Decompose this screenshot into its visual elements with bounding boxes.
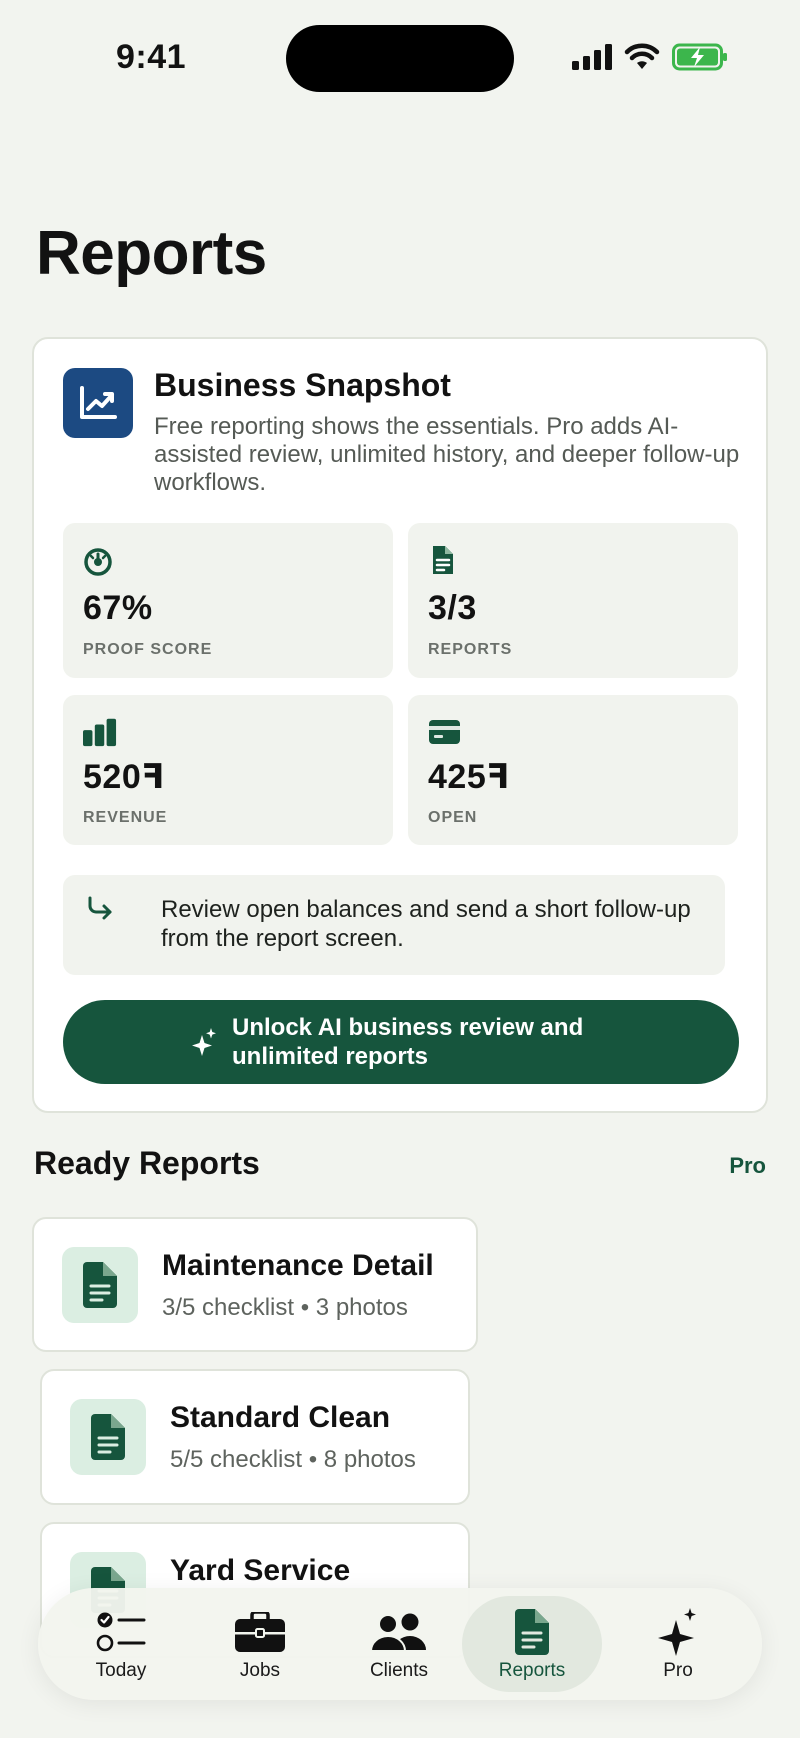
metric-value: 520ꟻ — [83, 758, 165, 796]
tab-label: Today — [95, 1660, 147, 1681]
wifi-icon — [624, 43, 660, 69]
metric-proof-score: 67% PROOF SCORE — [63, 523, 393, 678]
report-card-standard-clean[interactable]: Standard Clean 5/5 checklist • 8 photos — [40, 1369, 470, 1505]
gauge-icon — [84, 548, 112, 576]
report-card-maintenance-detail[interactable]: Maintenance Detail 3/5 checklist • 3 pho… — [32, 1217, 478, 1352]
tab-today[interactable]: Today — [51, 1596, 191, 1692]
report-subtitle: 3/5 checklist • 3 photos — [162, 1294, 408, 1321]
tab-label: Clients — [369, 1660, 429, 1681]
checklist-icon — [96, 1608, 146, 1656]
metric-revenue: 520ꟻ REVENUE — [63, 695, 393, 845]
unlock-button-label: Unlock AI business review and unlimited … — [232, 1014, 584, 1070]
briefcase-icon — [235, 1608, 285, 1656]
report-title: Maintenance Detail — [162, 1249, 434, 1282]
snapshot-description: Free reporting shows the essentials. Pro… — [154, 413, 740, 496]
metric-open: 425ꟻ OPEN — [408, 695, 738, 845]
metric-value: 3/3 — [428, 589, 477, 627]
document-icon — [70, 1399, 146, 1475]
tab-label: Reports — [498, 1660, 566, 1681]
metric-label: REPORTS — [428, 641, 513, 658]
tab-bar: Today Jobs Clients Reports Pro — [38, 1588, 762, 1700]
status-time: 9:41 — [116, 38, 187, 76]
people-icon — [370, 1608, 428, 1656]
battery-charging-icon — [672, 43, 727, 71]
report-title: Yard Service — [170, 1554, 351, 1587]
tab-clients[interactable]: Clients — [329, 1596, 469, 1692]
metric-reports: 3/3 REPORTS — [408, 523, 738, 678]
metric-label: PROOF SCORE — [83, 641, 213, 658]
tab-reports[interactable]: Reports — [462, 1596, 602, 1692]
metric-value: 67% — [83, 589, 153, 627]
status-bar: 9:41 — [0, 0, 800, 120]
dynamic-island — [286, 25, 514, 92]
pro-link[interactable]: Pro — [729, 1153, 766, 1179]
status-icons — [572, 42, 728, 72]
report-title: Standard Clean — [170, 1401, 391, 1434]
metric-label: OPEN — [428, 809, 478, 826]
arrow-turn-right-icon — [88, 896, 112, 920]
tab-label: Jobs — [239, 1660, 281, 1681]
report-subtitle: 5/5 checklist • 8 photos — [170, 1446, 416, 1473]
document-icon — [433, 546, 453, 574]
tip-text: Review open balances and send a short fo… — [161, 896, 691, 952]
business-snapshot-card: Business Snapshot Free reporting shows t… — [32, 337, 768, 1113]
metric-label: REVENUE — [83, 809, 168, 826]
document-icon — [62, 1247, 138, 1323]
unlock-ai-review-button[interactable]: Unlock AI business review and unlimited … — [63, 1000, 739, 1084]
tab-label: Pro — [663, 1660, 693, 1681]
follow-up-tip: Review open balances and send a short fo… — [63, 875, 725, 975]
document-icon — [514, 1608, 550, 1656]
tab-jobs[interactable]: Jobs — [190, 1596, 330, 1692]
credit-card-icon — [429, 720, 460, 744]
bar-chart-icon — [83, 718, 117, 747]
page-title: Reports — [36, 219, 267, 288]
tab-pro[interactable]: Pro — [608, 1596, 748, 1692]
signal-icon — [572, 44, 612, 70]
sparkle-icon — [192, 1028, 216, 1056]
metric-value: 425ꟻ — [428, 758, 510, 796]
snapshot-title: Business Snapshot — [154, 367, 451, 403]
ready-reports-title: Ready Reports — [34, 1145, 260, 1181]
trend-chart-icon — [63, 368, 133, 438]
sparkle-icon — [656, 1608, 700, 1656]
